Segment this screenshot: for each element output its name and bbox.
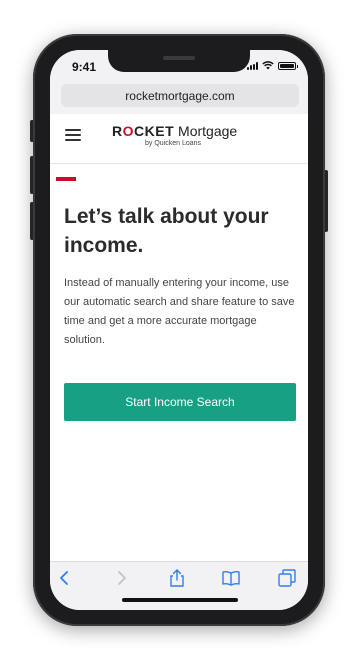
address-url: rocketmortgage.com	[125, 88, 235, 103]
wifi-icon	[262, 61, 274, 70]
status-time: 9:41	[72, 60, 97, 74]
rocket-mortgage-logo[interactable]: ROCKET Mortgage by Quicken Loans	[112, 123, 237, 147]
battery-icon	[278, 61, 298, 70]
forward-icon	[118, 571, 126, 585]
tabs-icon[interactable]	[278, 569, 296, 587]
intro-text: Instead of manually entering your income…	[64, 277, 295, 346]
speaker-grille	[163, 56, 195, 60]
logo-tagline: by Quicken Loans	[145, 140, 202, 147]
status-icons	[247, 61, 298, 70]
back-icon[interactable]	[56, 569, 74, 587]
share-icon[interactable]	[168, 569, 186, 587]
site-header: ROCKET Mortgage by Quicken Loans	[50, 114, 308, 164]
hamburger-menu-icon[interactable]	[65, 129, 81, 141]
phone-screen: 9:41 rocketmortgage.com ROCKET Mortgage …	[50, 50, 308, 610]
browser-address-area: rocketmortgage.com	[50, 80, 308, 114]
address-bar[interactable]: rocketmortgage.com	[61, 84, 299, 107]
cellular-signal-icon	[247, 61, 258, 70]
home-indicator[interactable]	[122, 598, 238, 602]
page-title: Let’s talk about your income.	[64, 205, 269, 257]
browser-toolbar	[50, 561, 308, 610]
start-income-search-button[interactable]: Start Income Search	[64, 383, 296, 421]
status-bar: 9:41	[50, 50, 308, 80]
notch	[108, 50, 250, 72]
bookmarks-icon[interactable]	[222, 569, 240, 587]
start-income-search-label: Start Income Search	[125, 395, 235, 409]
accent-bar	[56, 177, 76, 181]
